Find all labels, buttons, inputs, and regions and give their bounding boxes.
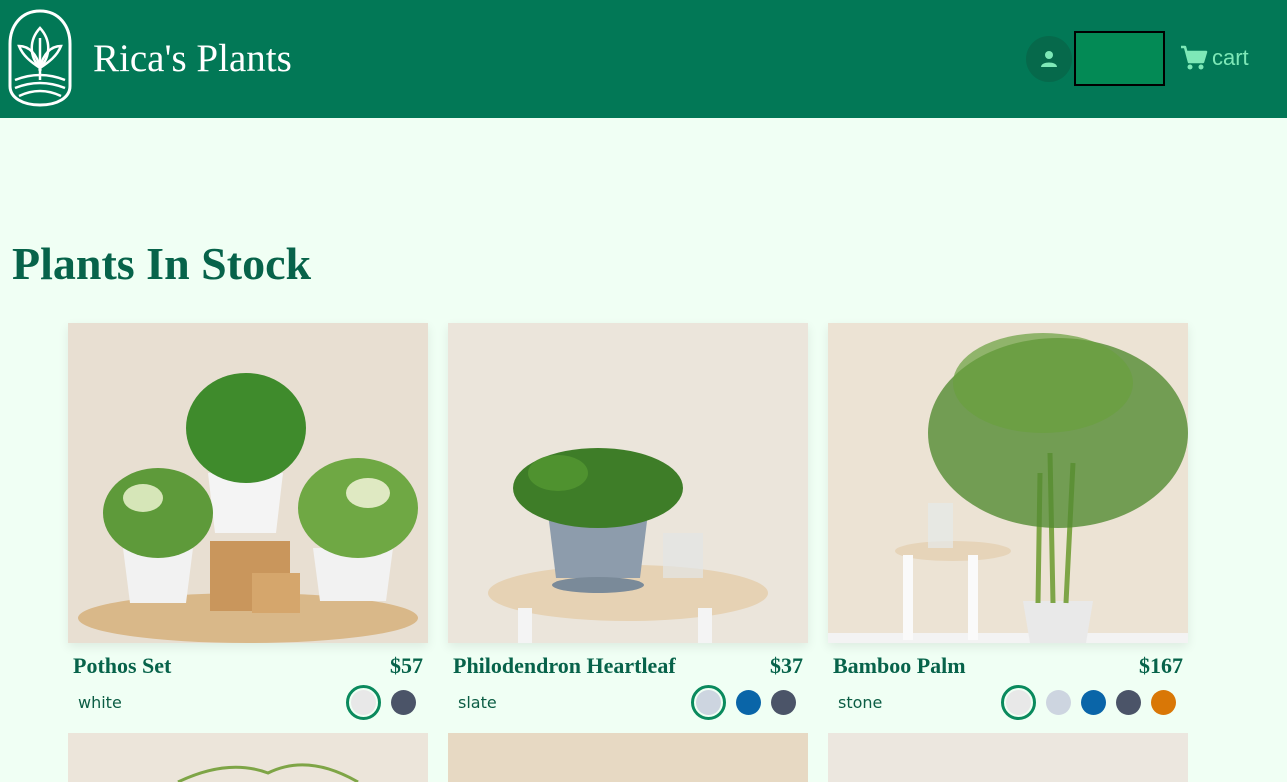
- swatch-slate[interactable]: [1046, 689, 1071, 715]
- product-image-next[interactable]: [828, 733, 1188, 782]
- swatch-blue[interactable]: [1081, 689, 1106, 715]
- product-name[interactable]: Pothos Set: [73, 653, 171, 679]
- leaf-logo-icon[interactable]: [7, 8, 73, 108]
- swatch-gray[interactable]: [391, 689, 416, 715]
- product-image[interactable]: [448, 323, 808, 643]
- swatch-blue[interactable]: [736, 689, 761, 715]
- swatch-slate-selected[interactable]: [691, 684, 726, 720]
- product-name[interactable]: Bamboo Palm: [833, 653, 966, 679]
- color-swatches: [691, 684, 796, 720]
- product-image-next[interactable]: [68, 733, 428, 782]
- page-title: Plants In Stock: [12, 238, 312, 289]
- site-header: Rica's Plants cart: [0, 0, 1287, 118]
- selected-color-name: white: [78, 693, 122, 712]
- bamboo-palm-photo: [828, 323, 1188, 643]
- product-name[interactable]: Philodendron Heartleaf: [453, 653, 676, 679]
- selected-color-name: stone: [838, 693, 883, 712]
- swatch-white-selected[interactable]: [346, 684, 381, 720]
- product-image[interactable]: [828, 323, 1188, 643]
- swatch-gray[interactable]: [1116, 689, 1141, 715]
- account-button[interactable]: [1026, 36, 1072, 82]
- header-empty-button[interactable]: [1074, 31, 1165, 86]
- shopping-cart-icon: [1181, 45, 1208, 70]
- color-swatches: [346, 684, 416, 720]
- swatch-stone-selected[interactable]: [1001, 684, 1036, 720]
- product-price: $167: [1139, 653, 1183, 678]
- cart-label: cart: [1212, 45, 1249, 70]
- selected-color-name: slate: [458, 693, 497, 712]
- product-image[interactable]: [68, 323, 428, 643]
- brand-name[interactable]: Rica's Plants: [93, 36, 292, 82]
- product-image-next[interactable]: [448, 733, 808, 782]
- next-product-photo: [68, 733, 428, 782]
- product-card[interactable]: Philodendron Heartleaf $37 slate: [448, 323, 808, 720]
- product-price: $37: [770, 653, 803, 678]
- user-icon: [1041, 51, 1057, 67]
- pothos-set-photo: [68, 323, 428, 643]
- cart-button[interactable]: cart: [1180, 44, 1249, 72]
- product-card[interactable]: Bamboo Palm $167 stone: [828, 323, 1188, 720]
- color-swatches: [1001, 684, 1176, 720]
- product-price: $57: [390, 653, 423, 678]
- swatch-gray[interactable]: [771, 689, 796, 715]
- philodendron-photo: [448, 323, 808, 643]
- product-card[interactable]: Pothos Set $57 white: [68, 323, 428, 720]
- swatch-orange[interactable]: [1151, 689, 1176, 715]
